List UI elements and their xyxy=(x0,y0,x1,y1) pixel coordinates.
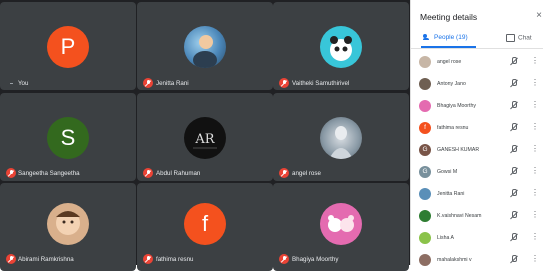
meeting-details-panel: Meeting details × People (19) Chat angel… xyxy=(410,0,543,266)
people-icon xyxy=(423,34,432,41)
participant-row[interactable]: angel rose ⋮ xyxy=(411,52,543,72)
avatar xyxy=(419,78,431,90)
muted-mic-icon[interactable] xyxy=(509,145,518,154)
tab-chat-label: Chat xyxy=(518,34,532,42)
muted-mic-icon xyxy=(6,254,16,264)
participant-tile[interactable]: P You xyxy=(0,2,136,90)
avatar xyxy=(419,100,431,112)
participant-name: angel rose xyxy=(292,170,321,177)
muted-mic-icon[interactable] xyxy=(509,123,518,132)
avatar: f xyxy=(184,203,226,245)
muted-mic-icon xyxy=(6,168,16,178)
participant-name: Bhagiya Moorthy xyxy=(437,103,476,109)
avatar xyxy=(419,188,431,200)
muted-mic-icon xyxy=(143,168,153,178)
avatar xyxy=(320,117,362,159)
close-icon[interactable]: × xyxy=(536,10,542,21)
participant-name: K.vaishnavi Nesam xyxy=(437,213,482,219)
more-options-icon[interactable]: ⋮ xyxy=(531,187,539,199)
participant-name: Antony Jano xyxy=(437,81,466,87)
muted-mic-icon[interactable] xyxy=(509,233,518,242)
participant-row[interactable]: G GANESH KUMAR ⋮ xyxy=(411,140,543,160)
participant-name: Vaitheki Samuthirivel xyxy=(292,80,350,87)
participant-name: angel rose xyxy=(437,59,462,65)
muted-mic-icon[interactable] xyxy=(509,255,518,264)
muted-mic-icon xyxy=(279,78,289,88)
panel-title: Meeting details xyxy=(420,12,478,22)
more-options-icon[interactable]: ⋮ xyxy=(531,231,539,243)
avatar: AR xyxy=(184,117,226,159)
participant-row[interactable]: f fathima resnu ⋮ xyxy=(411,118,543,138)
more-options-icon[interactable]: ⋮ xyxy=(531,209,539,221)
participant-row[interactable]: Antony Jano ⋮ xyxy=(411,74,543,94)
avatar: G xyxy=(419,144,431,156)
divider xyxy=(10,83,13,84)
more-options-icon[interactable]: ⋮ xyxy=(531,77,539,89)
muted-mic-icon[interactable] xyxy=(509,189,518,198)
tab-people-label: People (19) xyxy=(434,34,468,41)
participant-tile[interactable]: AR Abdul Rahuman xyxy=(137,93,273,181)
participant-tile[interactable]: angel rose xyxy=(273,93,409,181)
participant-name: fathima resnu xyxy=(156,256,194,263)
participant-row[interactable]: Lisha A ⋮ xyxy=(411,228,543,248)
participant-tile[interactable]: f fathima resnu xyxy=(137,183,273,271)
avatar: P xyxy=(47,26,89,68)
muted-mic-icon xyxy=(143,78,153,88)
participant-name: fathima resnu xyxy=(437,125,469,131)
avatar xyxy=(47,203,89,245)
muted-mic-icon xyxy=(143,254,153,264)
muted-mic-icon[interactable] xyxy=(509,211,518,220)
participant-row[interactable]: mahalakshmi v ⋮ xyxy=(411,250,543,270)
participant-name: Abirami Ramkrishna xyxy=(18,256,74,263)
avatar xyxy=(184,26,226,68)
muted-mic-icon[interactable] xyxy=(509,79,518,88)
avatar xyxy=(320,26,362,68)
participant-name: Lisha A xyxy=(437,235,455,241)
participant-tile[interactable]: S Sangeetha Sangeetha xyxy=(0,93,136,181)
muted-mic-icon[interactable] xyxy=(509,167,518,176)
more-options-icon[interactable]: ⋮ xyxy=(531,99,539,111)
avatar xyxy=(419,56,431,68)
participant-row[interactable]: Jenitta Rani ⋮ xyxy=(411,184,543,204)
participant-row[interactable]: K.vaishnavi Nesam ⋮ xyxy=(411,206,543,226)
participant-row[interactable]: G Gowsi M ⋮ xyxy=(411,162,543,182)
participant-tile[interactable]: Jenitta Rani xyxy=(137,2,273,90)
more-options-icon[interactable]: ⋮ xyxy=(531,165,539,177)
participant-name: GANESH KUMAR xyxy=(437,147,480,153)
participant-name: Jenitta Rani xyxy=(437,191,465,197)
more-options-icon[interactable]: ⋮ xyxy=(531,253,539,265)
avatar xyxy=(419,254,431,266)
divider xyxy=(411,48,543,49)
muted-mic-icon[interactable] xyxy=(509,57,518,66)
participant-tile[interactable]: Bhagiya Moorthy xyxy=(273,183,409,271)
more-options-icon[interactable]: ⋮ xyxy=(531,121,539,133)
avatar xyxy=(419,232,431,244)
chat-icon xyxy=(506,34,515,42)
participant-name: Gowsi M xyxy=(437,169,458,175)
participant-name: Sangeetha Sangeetha xyxy=(18,170,80,177)
avatar: f xyxy=(419,122,431,134)
participant-tile[interactable]: Vaitheki Samuthirivel xyxy=(273,2,409,90)
participant-name: Bhagiya Moorthy xyxy=(292,256,339,263)
video-grid: P You Jenitta Rani Vaitheki Samuthirivel… xyxy=(0,0,410,271)
participant-name: You xyxy=(18,80,29,87)
muted-mic-icon xyxy=(279,254,289,264)
participant-name: Abdul Rahuman xyxy=(156,170,201,177)
svg-text:AR: AR xyxy=(194,132,215,147)
more-options-icon[interactable]: ⋮ xyxy=(531,55,539,67)
participant-row[interactable]: Bhagiya Moorthy ⋮ xyxy=(411,96,543,116)
muted-mic-icon xyxy=(279,168,289,178)
avatar xyxy=(419,210,431,222)
avatar: G xyxy=(419,166,431,178)
avatar xyxy=(320,203,362,245)
tab-people[interactable]: People (19) xyxy=(423,34,468,41)
avatar: S xyxy=(47,117,89,159)
participant-tile[interactable]: Abirami Ramkrishna xyxy=(0,183,136,271)
muted-mic-icon[interactable] xyxy=(509,101,518,110)
participant-name: mahalakshmi v xyxy=(437,257,472,263)
participant-name: Jenitta Rani xyxy=(156,80,189,87)
more-options-icon[interactable]: ⋮ xyxy=(531,143,539,155)
tab-chat[interactable]: Chat xyxy=(506,34,532,42)
